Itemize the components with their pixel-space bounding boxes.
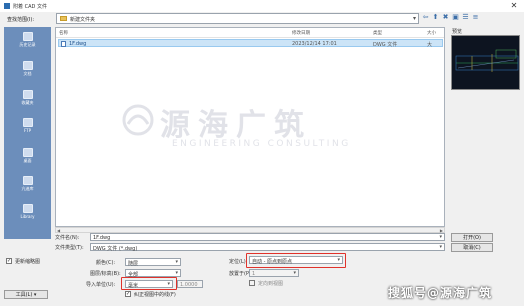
file-type: DWG 文件 [373, 42, 398, 48]
favorites-icon [22, 90, 33, 99]
tools-button-label: 工具(L) [15, 292, 33, 298]
file-size: 大 [427, 42, 433, 48]
buzzsaw-icon [22, 176, 33, 185]
tools-icon[interactable]: ≡ [471, 13, 480, 22]
title-bar: 附着 CAD 文件 ✕ [0, 0, 524, 12]
look-in-dropdown[interactable]: 新建文件夹 ▾ [56, 13, 419, 24]
file-name-value: 1F.dwg [93, 235, 111, 241]
file-type-value: DWG 文件 (*.dwg) [93, 246, 138, 252]
library-icon [22, 204, 33, 213]
color-label: 颜色(C): [96, 260, 116, 266]
chevron-down-icon[interactable]: ▾ [439, 234, 442, 240]
watermark: 源海广筑 ENGINEERING CONSULTING [120, 100, 370, 160]
correct-lines-label: 纠正视图中的线(F) [134, 292, 176, 298]
file-name: 1F.dwg [69, 41, 87, 47]
file-name-label: 文件名(N): [55, 235, 80, 241]
units-scale-value: 1.0000 [180, 282, 198, 288]
place-history[interactable]: 历史记录 [4, 31, 51, 53]
units-value: 毫米 [128, 283, 139, 289]
units-dropdown[interactable]: 毫米 ▾ [125, 280, 173, 289]
place-documents[interactable]: 文档 [4, 60, 51, 82]
chevron-down-icon: ▾ [33, 292, 37, 298]
preview-label: 预览 [452, 29, 463, 35]
color-dropdown[interactable]: 随层 ▾ [125, 258, 181, 267]
column-header-type[interactable]: 类型 [373, 30, 382, 36]
units-label: 导入单位(U): [86, 282, 116, 288]
correct-lines-checkbox[interactable]: ✓ [125, 291, 131, 297]
places-bar: 历史记录 文档 收藏夹 FTP 桌面 亢迪库 Library [4, 27, 51, 239]
open-button[interactable]: 打开(O) [451, 233, 493, 242]
chevron-down-icon[interactable]: ▾ [175, 270, 178, 276]
column-header-size[interactable]: 大小 [427, 30, 436, 36]
units-scale-input[interactable]: 1.0000 [177, 280, 203, 288]
new-folder-icon[interactable]: ▣ [451, 13, 460, 22]
history-icon [22, 32, 33, 41]
update-preview-label: 更新缩略图 [15, 259, 41, 265]
file-type-dropdown[interactable]: DWG 文件 (*.dwg) ▾ [90, 243, 445, 252]
watermark-title: 源海广筑 [160, 108, 312, 143]
place-favorites[interactable]: 收藏夹 [4, 89, 51, 111]
import-cad-dialog: 附着 CAD 文件 ✕ 查找范围(I): 新建文件夹 ▾ ⇦ ⬆ ✖ ▣ ☰ ≡ 历史记录… [0, 0, 524, 306]
header-divider [56, 37, 444, 38]
file-date: 2023/12/14 17:01 [292, 41, 337, 47]
documents-icon [22, 61, 33, 70]
folder-icon [60, 16, 67, 21]
watermark-subtitle: ENGINEERING CONSULTING [172, 139, 351, 149]
file-type-label: 文件类型(T): [55, 245, 84, 251]
place-ftp[interactable]: FTP [4, 117, 51, 139]
tools-button[interactable]: 工具(L) ▾ [4, 290, 48, 299]
views-icon[interactable]: ☰ [461, 13, 470, 22]
look-in-label: 查找范围(I): [7, 17, 35, 23]
place-library[interactable]: Library [4, 203, 51, 225]
close-button[interactable]: ✕ [508, 1, 520, 11]
preview-thumbnail [451, 35, 520, 90]
navigation-toolbar: ⇦ ⬆ ✖ ▣ ☰ ≡ [421, 13, 481, 22]
file-row[interactable]: 1F.dwg 2023/12/14 17:01 DWG 文件 大 [58, 39, 443, 48]
up-folder-icon[interactable]: ⬆ [431, 13, 440, 22]
orient-to-view-checkbox[interactable] [249, 280, 255, 286]
color-value: 随层 [128, 261, 139, 267]
orient-to-view-label: 定向到视图 [258, 281, 284, 287]
layer-label: 图层/标高(B): [90, 271, 121, 277]
cad-preview-image [455, 49, 519, 72]
chevron-down-icon[interactable]: ▾ [337, 257, 340, 263]
position-label: 定位(L): [229, 259, 248, 265]
ftp-icon [22, 118, 33, 127]
place-desktop[interactable]: 桌面 [4, 147, 51, 169]
app-icon [4, 3, 10, 9]
chevron-down-icon[interactable]: ▾ [293, 270, 296, 276]
chevron-down-icon[interactable]: ▾ [167, 281, 170, 287]
window-title: 附着 CAD 文件 [13, 4, 47, 10]
place-at-dropdown[interactable]: 1 ▾ [249, 269, 299, 277]
layer-dropdown[interactable]: 全部 ▾ [125, 269, 181, 278]
column-header-date[interactable]: 修改日期 [292, 30, 310, 36]
footer-watermark: 搜狐号@源海广筑 [388, 286, 493, 300]
place-buzzsaw[interactable]: 亢迪库 [4, 175, 51, 197]
chevron-down-icon[interactable]: ▾ [439, 244, 442, 250]
desktop-icon [22, 148, 33, 157]
dwg-file-icon [61, 41, 66, 47]
position-value: 自动 - 原点到原点 [252, 259, 292, 265]
chevron-down-icon[interactable]: ▾ [413, 15, 416, 22]
place-at-value: 1 [252, 271, 256, 277]
look-in-value: 新建文件夹 [70, 17, 96, 23]
cancel-button[interactable]: 取消(C) [451, 243, 493, 252]
watermark-logo-icon [122, 104, 154, 136]
column-header-name[interactable]: 名称 [59, 30, 68, 36]
back-icon[interactable]: ⇦ [421, 13, 430, 22]
file-name-input[interactable]: 1F.dwg ▾ [90, 233, 445, 241]
position-dropdown[interactable]: 自动 - 原点到原点 ▾ [249, 256, 343, 265]
update-preview-checkbox[interactable]: ✓ [6, 258, 12, 264]
delete-icon[interactable]: ✖ [441, 13, 450, 22]
scroll-left-icon[interactable]: ◀ [57, 228, 60, 233]
chevron-down-icon[interactable]: ▾ [175, 259, 178, 265]
